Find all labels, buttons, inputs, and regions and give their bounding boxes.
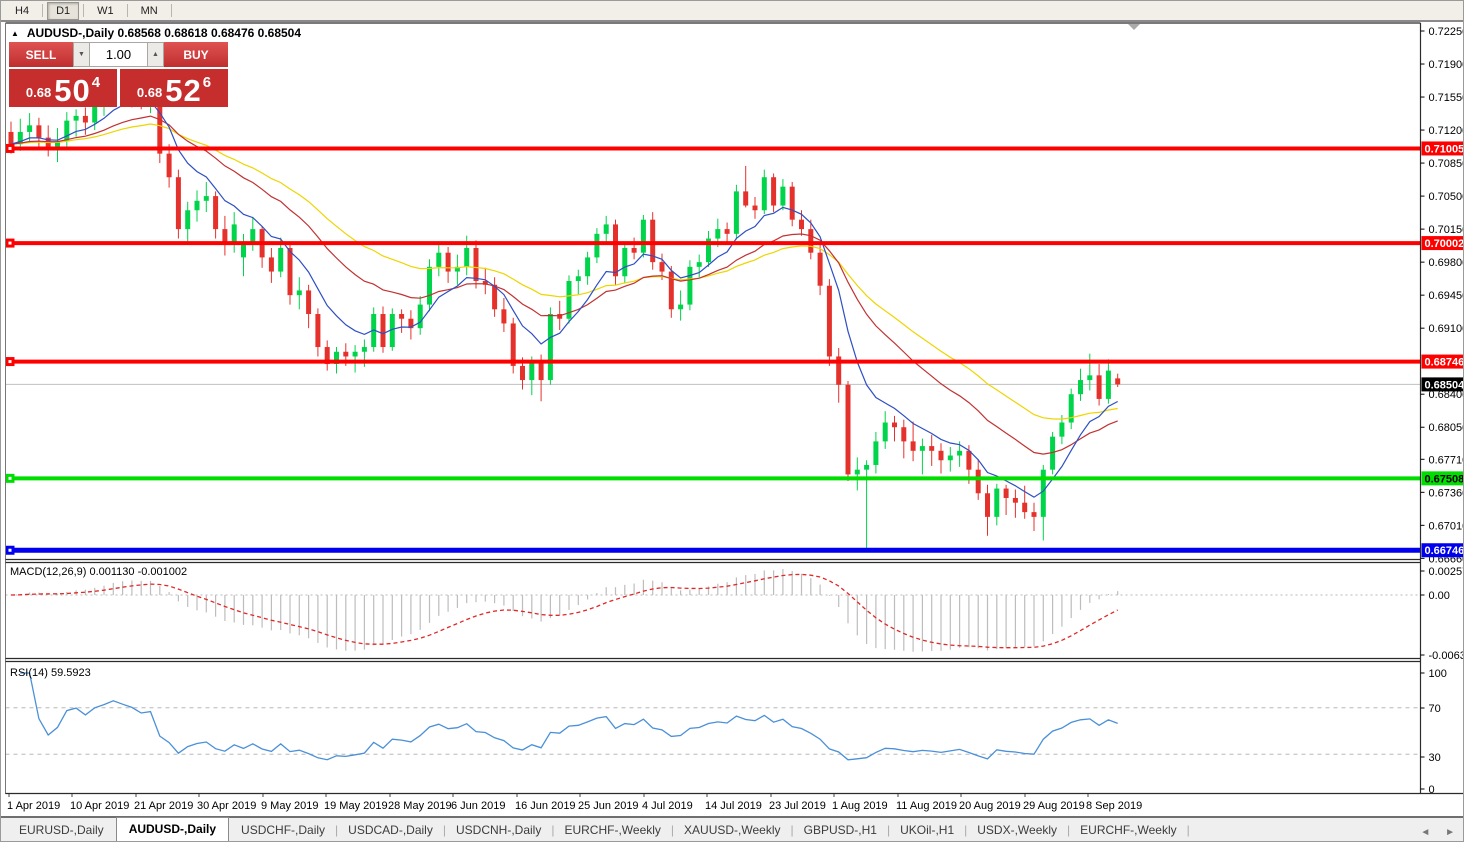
macd-axis-tick: 0.002574	[1429, 566, 1464, 578]
sell-price-pipette: 4	[91, 74, 101, 91]
price-axis-tick: 0.68050	[1429, 422, 1464, 434]
date-axis-label: 29 Aug 2019	[1023, 800, 1085, 812]
macd-axis-tick: 0.00	[1429, 590, 1450, 602]
date-axis-label: 30 Apr 2019	[197, 800, 256, 812]
macd-histogram	[19, 569, 1119, 652]
price-axis-tick: 0.67360	[1429, 487, 1464, 499]
price-chart-canvas: 0.72250 0.71900 0.71550 0.71200 0.70850 0.705…	[1, 21, 1464, 817]
macd-signal-line	[10, 573, 1118, 649]
chart-title: ▲ AUDUSD-,Daily 0.68568 0.68618 0.68476 …	[11, 26, 301, 40]
moving-average-line	[10, 100, 1118, 498]
date-axis-label: 1 Aug 2019	[832, 800, 888, 812]
collapse-arrow-icon[interactable]: ▲	[11, 29, 19, 38]
date-axis-label: 11 Aug 2019	[896, 800, 957, 812]
svg-text:0.66746: 0.66746	[1425, 545, 1464, 557]
rsi-indicator-label: RSI(14) 59.5923	[10, 667, 91, 679]
price-axis-tick: 0.71550	[1429, 92, 1464, 104]
date-axis-label: 9 May 2019	[261, 800, 318, 812]
rsi-axis-tick: 100	[1429, 668, 1447, 680]
buy-price-prefix: 0.68	[136, 85, 163, 100]
price-axis-tick: 0.69100	[1429, 323, 1464, 335]
chart-ohlc-values: 0.68568 0.68618 0.68476 0.68504	[117, 26, 302, 40]
date-axis-label: 16 Jun 2019	[515, 800, 576, 812]
buy-button[interactable]: BUY	[164, 42, 228, 67]
date-axis-label: 21 Apr 2019	[134, 800, 193, 812]
price-axis-tick: 0.71200	[1429, 125, 1464, 137]
one-click-trade-panel: SELL ▼ 1.00 ▲ BUY 0.68 50 4 0.68 52 6	[9, 42, 228, 107]
macd-pane	[5, 569, 1421, 652]
volume-increase-button[interactable]: ▲	[147, 42, 164, 67]
price-axis-tick: 0.71900	[1429, 59, 1464, 71]
price-axis-tick: 0.70500	[1429, 191, 1464, 203]
main-price-pane	[5, 75, 1421, 555]
date-axis-label: 1 Apr 2019	[7, 800, 60, 812]
svg-text:0.68504: 0.68504	[1425, 379, 1464, 391]
svg-text:0.67508: 0.67508	[1425, 473, 1464, 485]
rsi-line	[20, 672, 1118, 761]
sell-price-prefix: 0.68	[25, 85, 52, 100]
rsi-axis-tick: 30	[1429, 752, 1441, 764]
price-axis-tick: 0.70150	[1429, 224, 1464, 236]
date-axis-label: 25 Jun 2019	[578, 800, 639, 812]
price-axis-tick: 0.70850	[1429, 158, 1464, 170]
sell-price-big-digits: 50	[54, 73, 91, 108]
moving-average-line	[10, 123, 1118, 420]
sell-button[interactable]: SELL	[9, 42, 73, 67]
date-axis-label: 20 Aug 2019	[959, 800, 1021, 812]
volume-input[interactable]: 1.00	[90, 42, 147, 67]
sell-price-display[interactable]: 0.68 50 4	[9, 69, 117, 107]
rsi-axis-tick: 0	[1429, 784, 1435, 796]
date-axis-label: 14 Jul 2019	[705, 800, 762, 812]
rsi-pane	[5, 672, 1421, 761]
svg-text:0.70002: 0.70002	[1425, 238, 1464, 250]
date-axis-label: 19 May 2019	[324, 800, 388, 812]
buy-price-pipette: 6	[202, 74, 212, 91]
buy-price-display[interactable]: 0.68 52 6	[120, 69, 228, 107]
svg-text:0.68746: 0.68746	[1425, 357, 1464, 369]
date-axis-label: 8 Sep 2019	[1086, 800, 1142, 812]
volume-decrease-button[interactable]: ▼	[73, 42, 90, 67]
scroll-to-end-icon[interactable]	[1128, 24, 1140, 30]
date-axis-label: 10 Apr 2019	[70, 800, 129, 812]
price-axis-tick: 0.67010	[1429, 520, 1464, 532]
trading-platform-window: H4D1W1MN 0.722500.719000.715500.712000.7…	[0, 0, 1464, 842]
svg-text:0.71005: 0.71005	[1425, 143, 1464, 155]
date-axis-label: 28 May 2019	[388, 800, 452, 812]
date-axis-label: 4 Jul 2019	[642, 800, 693, 812]
price-axis-tick: 0.72250	[1429, 26, 1464, 38]
axis-layer: 0.72250 0.71900 0.71550 0.71200 0.70850 0.705…	[1, 21, 1464, 817]
buy-price-big-digits: 52	[165, 73, 202, 108]
moving-average-line	[10, 115, 1118, 455]
price-axis-tick: 0.69450	[1429, 290, 1464, 302]
chart-symbol-label: AUDUSD-,Daily	[26, 26, 115, 40]
macd-axis-tick: -0.006326	[1429, 650, 1464, 662]
date-axis-label: 23 Jul 2019	[769, 800, 826, 812]
rsi-axis-tick: 70	[1429, 703, 1441, 715]
price-axis-tick: 0.67710	[1429, 454, 1464, 466]
macd-indicator-label: MACD(12,26,9) 0.001130 -0.001002	[10, 566, 188, 578]
price-axis-tick: 0.69800	[1429, 257, 1464, 269]
date-axis-label: 6 Jun 2019	[451, 800, 505, 812]
